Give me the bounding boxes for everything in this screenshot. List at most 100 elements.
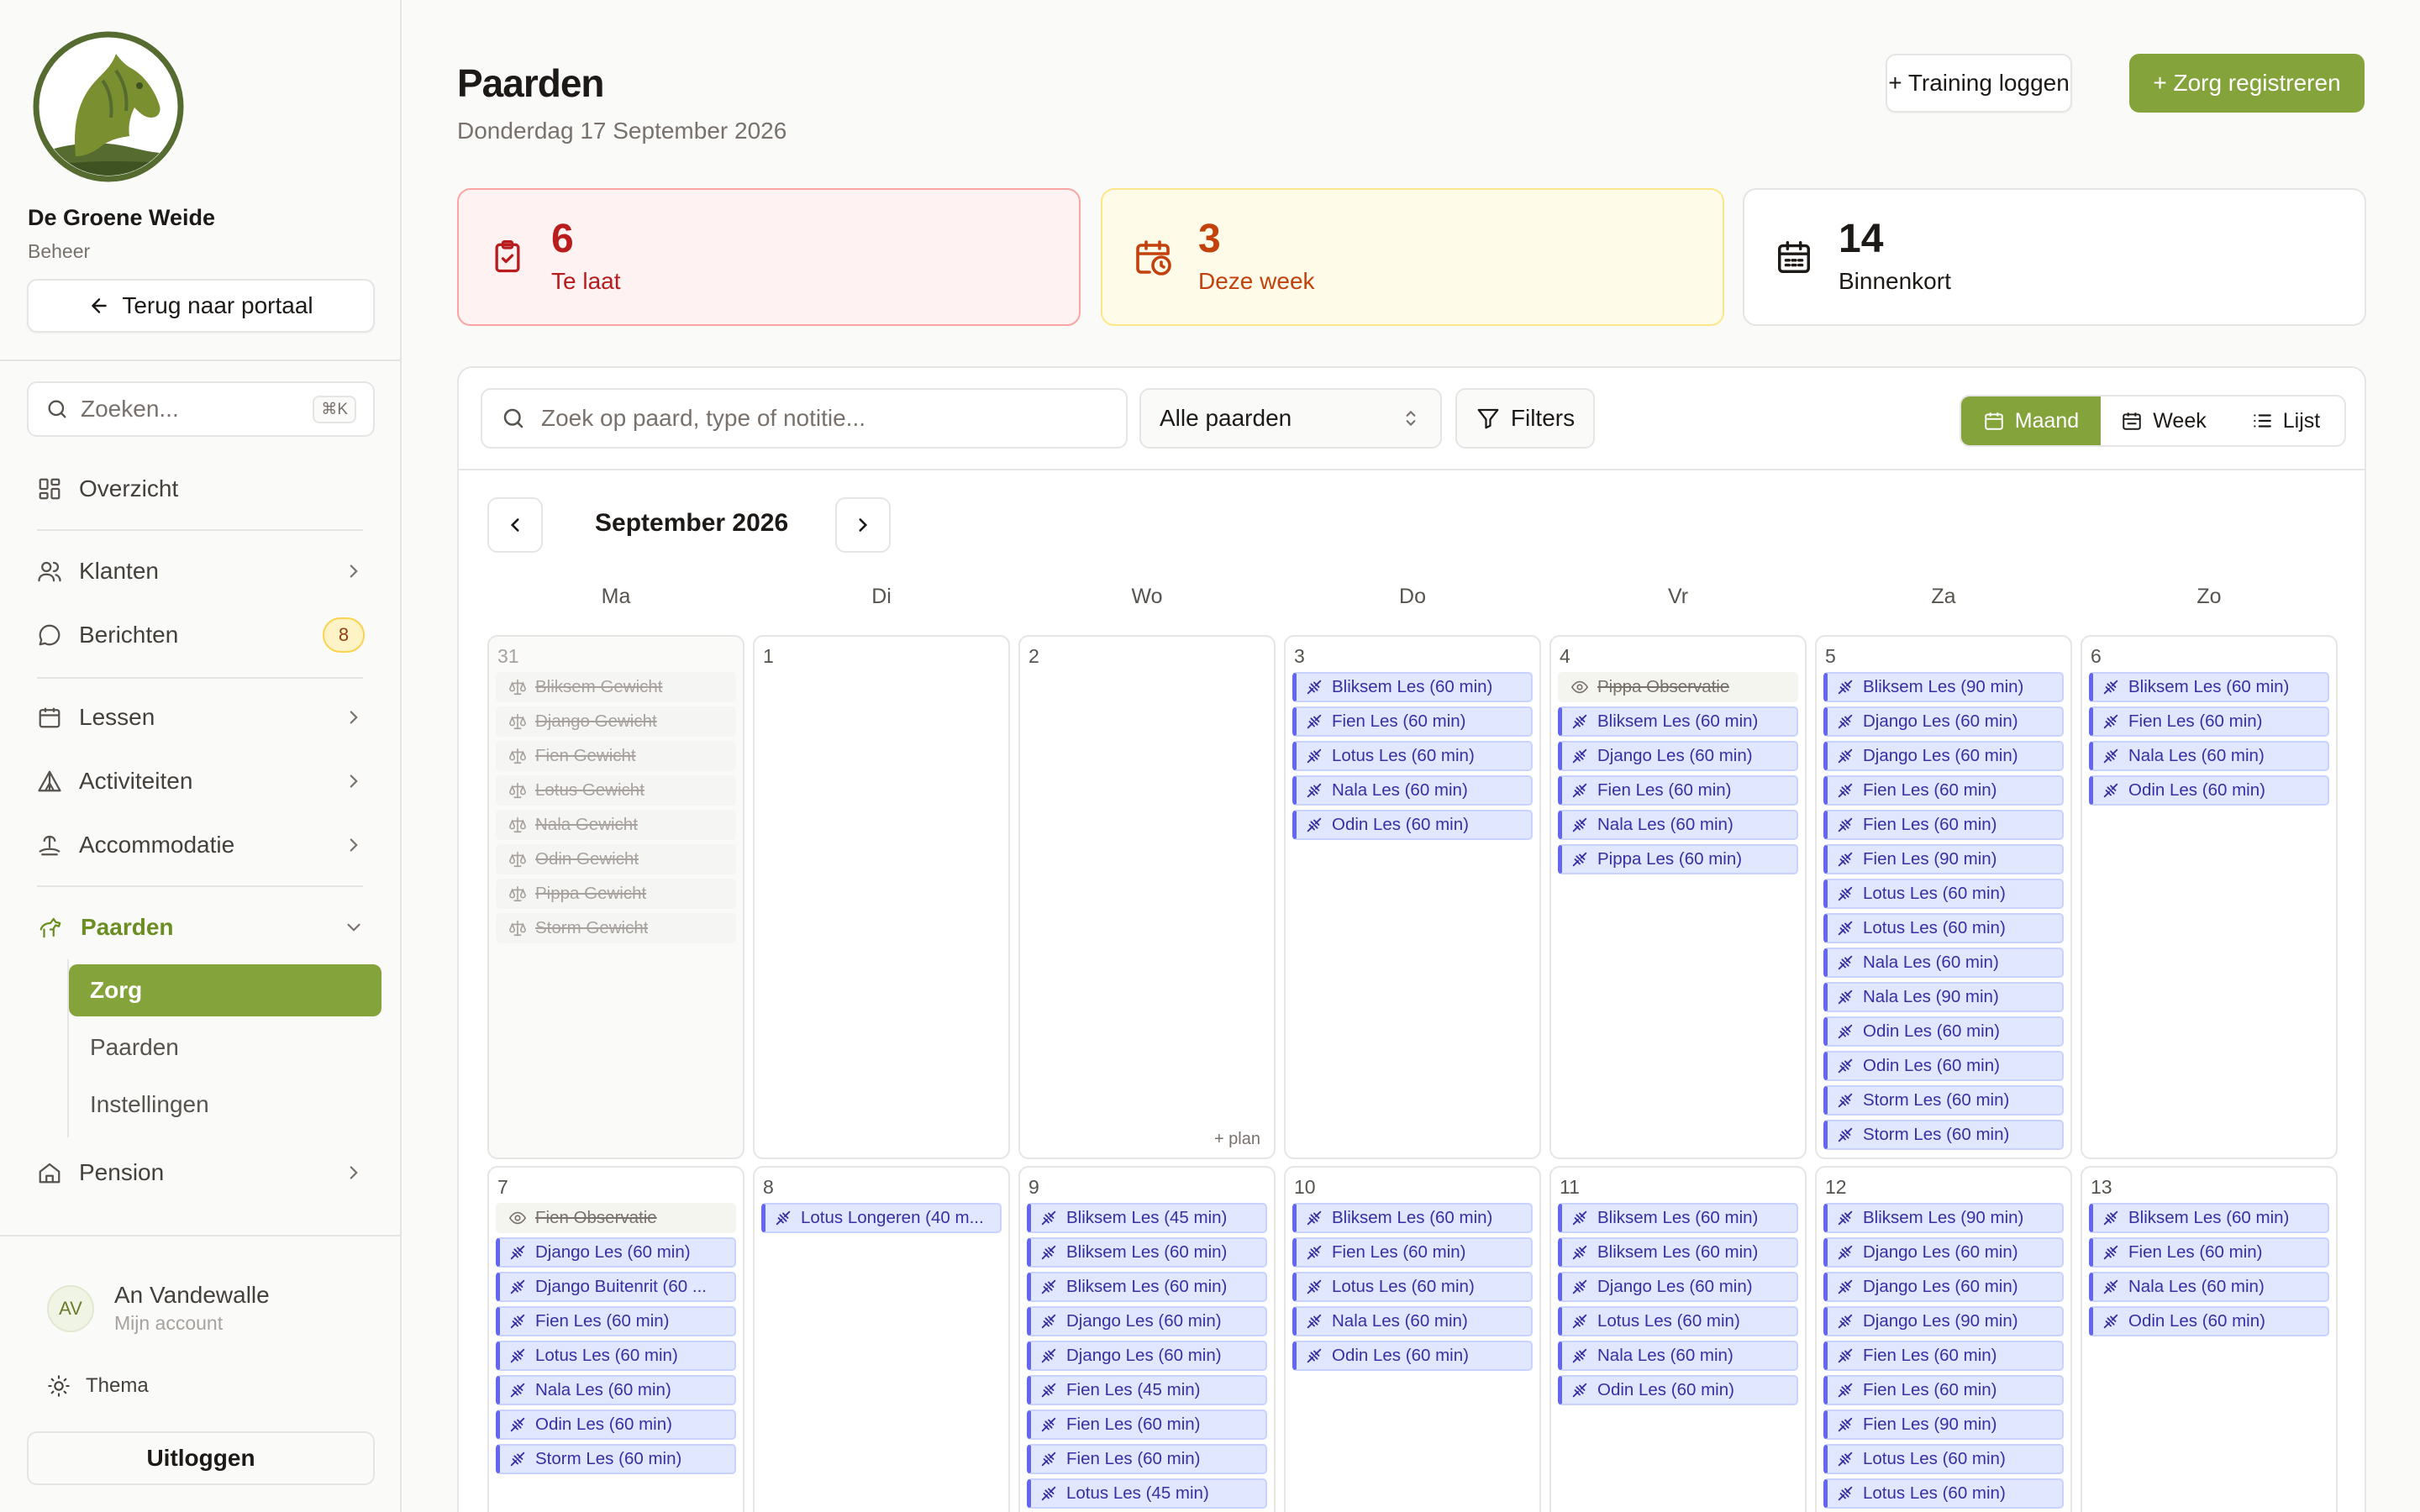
calendar-event[interactable]: Bliksem Les (60 min) <box>1027 1237 1267 1268</box>
calendar-event[interactable]: Odin Gewicht <box>496 844 736 874</box>
calendar-event[interactable]: Django Les (60 min) <box>1558 1272 1798 1302</box>
calendar-event[interactable]: Fien Les (60 min) <box>2089 1237 2329 1268</box>
stat-card-this-week[interactable]: 3 Deze week <box>1101 188 1724 326</box>
calendar-event[interactable]: Django Les (60 min) <box>1558 741 1798 771</box>
calendar-event[interactable]: Pippa Les (60 min) <box>1558 844 1798 874</box>
sidebar-item-accommodatie[interactable]: Accommodatie <box>37 822 365 869</box>
calendar-event[interactable]: Lotus Les (45 min) <box>1027 1478 1267 1509</box>
calendar-event[interactable]: Nala Les (60 min) <box>1558 1341 1798 1371</box>
sidebar-search-input[interactable]: Zoeken... ⌘K <box>27 381 375 437</box>
view-list-button[interactable]: Lijst <box>2227 396 2344 445</box>
calendar-event[interactable]: Bliksem Les (60 min) <box>1558 1237 1798 1268</box>
calendar-event[interactable]: Odin Les (60 min) <box>1823 1051 2064 1081</box>
calendar-event[interactable]: Django Les (60 min) <box>496 1237 736 1268</box>
calendar-day-cell[interactable]: 9 Bliksem Les (45 min) Bliksem Les (60 min… <box>1018 1166 1276 1512</box>
calendar-event[interactable]: Fien Les (60 min) <box>1558 775 1798 806</box>
calendar-event[interactable]: Nala Les (60 min) <box>1292 775 1533 806</box>
calendar-event[interactable]: Lotus Les (60 min) <box>1823 1478 2064 1509</box>
care-search-input[interactable]: Zoek op paard, type of notitie... <box>481 388 1128 449</box>
calendar-event[interactable]: Lotus Les (60 min) <box>1823 1444 2064 1474</box>
calendar-event[interactable]: Nala Les (60 min) <box>2089 1272 2329 1302</box>
calendar-event[interactable]: Fien Observatie <box>496 1203 736 1233</box>
calendar-event[interactable]: Fien Les (60 min) <box>1027 1444 1267 1474</box>
calendar-event[interactable]: Django Les (60 min) <box>1823 741 2064 771</box>
calendar-event[interactable]: Storm Gewicht <box>496 913 736 943</box>
calendar-event[interactable]: Odin Les (60 min) <box>2089 775 2329 806</box>
calendar-event[interactable]: Bliksem Gewicht <box>496 672 736 702</box>
sidebar-item-lessen[interactable]: Lessen <box>37 694 365 741</box>
calendar-day-cell[interactable]: 6 Bliksem Les (60 min) Fien Les (60 min) Na… <box>2081 635 2338 1159</box>
calendar-event[interactable]: Lotus Longeren (40 m... <box>761 1203 1002 1233</box>
calendar-event[interactable]: Fien Les (60 min) <box>1292 706 1533 737</box>
calendar-event[interactable]: Nala Les (60 min) <box>1292 1306 1533 1336</box>
calendar-event[interactable]: Lotus Les (60 min) <box>1823 879 2064 909</box>
calendar-event[interactable]: Django Les (60 min) <box>1823 1237 2064 1268</box>
calendar-event[interactable]: Bliksem Les (60 min) <box>2089 1203 2329 1233</box>
sidebar-item-klanten[interactable]: Klanten <box>37 548 365 595</box>
calendar-event[interactable]: Bliksem Les (60 min) <box>1558 1203 1798 1233</box>
calendar-event[interactable]: Pippa Gewicht <box>496 879 736 909</box>
calendar-event[interactable]: Bliksem Les (60 min) <box>1558 706 1798 737</box>
calendar-event[interactable]: Fien Les (60 min) <box>1823 1341 2064 1371</box>
calendar-day-cell[interactable]: 5 Bliksem Les (90 min) Django Les (60 min)… <box>1815 635 2072 1159</box>
calendar-event[interactable]: Lotus Gewicht <box>496 775 736 806</box>
view-month-button[interactable]: Maand <box>1961 396 2101 445</box>
calendar-event[interactable]: Odin Les (60 min) <box>1292 810 1533 840</box>
calendar-event[interactable]: Fien Les (60 min) <box>1823 810 2064 840</box>
calendar-event[interactable]: Fien Les (60 min) <box>1823 775 2064 806</box>
calendar-event[interactable]: Storm Les (60 min) <box>1823 1120 2064 1150</box>
calendar-event[interactable]: Nala Les (60 min) <box>1558 810 1798 840</box>
calendar-event[interactable]: Nala Les (90 min) <box>1823 982 2064 1012</box>
next-month-button[interactable] <box>835 497 891 553</box>
sidebar-subitem-instellingen[interactable]: Instellingen <box>69 1079 381 1131</box>
calendar-event[interactable]: Lotus Les (60 min) <box>496 1341 736 1371</box>
sidebar-item-activiteiten[interactable]: Activiteiten <box>37 758 365 805</box>
calendar-event[interactable]: Bliksem Les (60 min) <box>1292 1203 1533 1233</box>
calendar-day-cell[interactable]: 1 <box>753 635 1010 1159</box>
calendar-event[interactable]: Fien Les (60 min) <box>1823 1375 2064 1405</box>
calendar-event[interactable]: Storm Les (60 min) <box>496 1444 736 1474</box>
calendar-event[interactable]: Bliksem Les (90 min) <box>1823 672 2064 702</box>
user-account[interactable]: AV An Vandewalle Mijn account <box>47 1282 270 1335</box>
theme-toggle[interactable]: Thema <box>47 1374 149 1398</box>
calendar-event[interactable]: Storm Les (60 min) <box>1823 1085 2064 1116</box>
calendar-event[interactable]: Fien Les (45 min) <box>1027 1375 1267 1405</box>
calendar-event[interactable]: Django Les (60 min) <box>1027 1306 1267 1336</box>
back-to-portal-button[interactable]: Terug naar portaal <box>27 279 375 333</box>
calendar-event[interactable]: Django Les (60 min) <box>1823 706 2064 737</box>
sidebar-item-overzicht[interactable]: Overzicht <box>37 465 365 512</box>
log-training-button[interactable]: + Training loggen <box>1886 54 2072 113</box>
calendar-event[interactable]: Bliksem Les (60 min) <box>2089 672 2329 702</box>
calendar-event[interactable]: Odin Les (60 min) <box>1823 1016 2064 1047</box>
calendar-event[interactable]: Django Les (60 min) <box>1027 1341 1267 1371</box>
prev-month-button[interactable] <box>487 497 543 553</box>
calendar-event[interactable]: Pippa Observatie <box>1558 672 1798 702</box>
calendar-day-cell[interactable]: 8 Lotus Longeren (40 m... <box>753 1166 1010 1512</box>
calendar-event[interactable]: Django Les (60 min) <box>1823 1272 2064 1302</box>
calendar-day-cell[interactable]: 13 Bliksem Les (60 min) Fien Les (60 min) N… <box>2081 1166 2338 1512</box>
logout-button[interactable]: Uitloggen <box>27 1431 375 1485</box>
calendar-event[interactable]: Fien Les (90 min) <box>1823 1410 2064 1440</box>
sidebar-subitem-paarden[interactable]: Paarden <box>69 1021 381 1074</box>
horse-select[interactable]: Alle paarden <box>1139 388 1442 449</box>
calendar-event[interactable]: Fien Les (60 min) <box>496 1306 736 1336</box>
calendar-event[interactable]: Lotus Les (60 min) <box>1292 741 1533 771</box>
calendar-event[interactable]: Odin Les (60 min) <box>496 1410 736 1440</box>
calendar-event[interactable]: Nala Les (60 min) <box>1823 948 2064 978</box>
sidebar-item-paarden[interactable]: Paarden <box>37 904 365 951</box>
calendar-event[interactable]: Lotus Les (60 min) <box>1292 1272 1533 1302</box>
plan-button[interactable]: + plan <box>1214 1130 1260 1149</box>
calendar-event[interactable]: Bliksem Les (60 min) <box>1292 672 1533 702</box>
sidebar-item-pension[interactable]: Pension <box>37 1149 365 1196</box>
register-care-button[interactable]: + Zorg registreren <box>2129 54 2365 113</box>
filters-button[interactable]: Filters <box>1455 388 1595 449</box>
calendar-day-cell[interactable]: 4 Pippa Observatie Bliksem Les (60 min) Dja… <box>1549 635 1807 1159</box>
calendar-day-cell[interactable]: 10 Bliksem Les (60 min) Fien Les (60 min) L… <box>1284 1166 1541 1512</box>
calendar-event[interactable]: Bliksem Les (90 min) <box>1823 1203 2064 1233</box>
calendar-event[interactable]: Lotus Les (60 min) <box>1558 1306 1798 1336</box>
calendar-event[interactable]: Fien Les (60 min) <box>1292 1237 1533 1268</box>
calendar-day-cell[interactable]: 11 Bliksem Les (60 min) Bliksem Les (60 mi… <box>1549 1166 1807 1512</box>
sidebar-item-berichten[interactable]: Berichten 8 <box>37 612 365 659</box>
calendar-event[interactable]: Fien Gewicht <box>496 741 736 771</box>
calendar-event[interactable]: Nala Gewicht <box>496 810 736 840</box>
